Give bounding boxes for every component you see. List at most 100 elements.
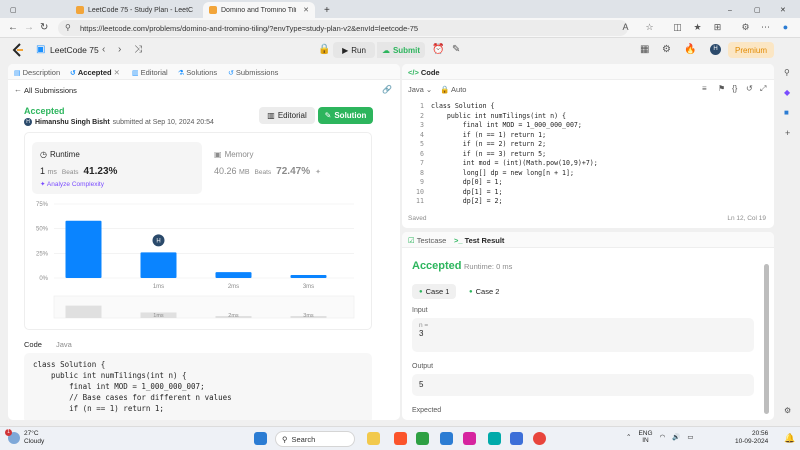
language-select[interactable]: Java ⌄ [408, 85, 432, 94]
favorite-star-icon[interactable]: ☆ [644, 22, 655, 33]
back-arrow-icon[interactable]: ← [8, 22, 18, 33]
result-scrollbar[interactable] [764, 264, 769, 414]
settings-gear-icon[interactable]: ⚙ [662, 44, 671, 55]
wifi-icon[interactable]: ◠ [660, 433, 666, 441]
chrome-icon[interactable] [533, 432, 546, 445]
copilot-icon[interactable]: ● [780, 22, 791, 33]
timer-icon[interactable]: ⏰ [432, 44, 444, 55]
date: 10-09-2024 [735, 438, 769, 445]
case-2-tab[interactable]: ● Case 2 [462, 284, 506, 299]
chevron-up-icon[interactable]: ⌃ [626, 433, 631, 441]
terminal-icon: >_ [454, 236, 463, 245]
case-1-tab[interactable]: ● Case 1 [412, 284, 457, 299]
brave-browser-icon[interactable] [394, 432, 407, 445]
tab-code[interactable]: </> Code [408, 68, 440, 77]
notifications-bell-icon[interactable]: 🔔 [784, 433, 795, 444]
memory-beats: 72.47% [276, 166, 311, 177]
browser-tab-domino[interactable]: Domino and Tromino Tiling - Leet ✕ [203, 2, 315, 18]
result-status: Accepted [412, 260, 462, 272]
streak-fire-icon[interactable]: 🔥 [684, 44, 696, 55]
reload-icon[interactable]: ↻ [40, 22, 48, 33]
bookmark-icon[interactable]: ⚑ [718, 84, 725, 93]
file-explorer-icon[interactable] [367, 432, 380, 445]
output-box[interactable]: 5 [412, 374, 754, 396]
submitted-code[interactable]: class Solution { public int numTilings(i… [24, 353, 372, 420]
language-indicator[interactable]: ENG IN [638, 430, 652, 444]
add-sidebar-icon[interactable]: + [785, 128, 790, 138]
run-button[interactable]: ▶ Run [333, 42, 375, 58]
url-input[interactable]: ⚲ https://leetcode.com/problems/domino-a… [58, 20, 628, 36]
prev-problem-icon[interactable]: ‹ [102, 44, 105, 55]
analyze-complexity-link[interactable]: ✦ Analyze Complexity [40, 180, 104, 188]
battery-icon[interactable]: ▭ [687, 433, 693, 441]
minimize-icon[interactable]: – [722, 2, 734, 18]
tab-editorial[interactable]: ▥ Editorial [132, 68, 168, 77]
site-info-icon[interactable]: ⚲ [65, 23, 71, 32]
editorial-button[interactable]: ▥ Editorial [259, 107, 315, 124]
taskbar-search[interactable]: ⚲ Search [275, 431, 355, 447]
volume-icon[interactable]: 🔊 [672, 433, 680, 441]
favorites-icon[interactable]: ★ [692, 22, 703, 33]
layout-icon[interactable]: ▦ [640, 44, 649, 55]
sidebar-app-icon[interactable]: ◆ [784, 88, 790, 97]
forward-arrow-icon[interactable]: → [24, 22, 34, 33]
maximize-icon[interactable]: ▢ [748, 2, 760, 18]
instagram-icon[interactable] [463, 432, 476, 445]
debug-icon[interactable]: 🔒 [318, 44, 330, 55]
all-submissions-link[interactable]: All Submissions [24, 86, 77, 95]
avatar[interactable]: H [710, 44, 721, 55]
notes-icon[interactable]: ✎ [452, 44, 460, 55]
runtime-distribution-chart[interactable]: 75% 50% 25% 0% 1ms 2ms 3ms H 1ms 2ms 3ms [24, 200, 372, 330]
tab-description[interactable]: ▤ Description [14, 68, 60, 77]
solution-button[interactable]: ✎ Solution [318, 107, 373, 124]
runtime-card[interactable]: ◷ Runtime 1 ms Beats 41.23% ✦ Analyze Com… [32, 142, 202, 194]
code-editor[interactable]: 1 class Solution {2 public int numTilings… [402, 102, 774, 212]
premium-button[interactable]: Premium [728, 42, 774, 58]
taskbar-clock[interactable]: 20:56 10-09-2024 [735, 430, 768, 446]
edge-browser-icon[interactable] [488, 432, 501, 445]
leetcode-logo-icon[interactable] [12, 43, 24, 57]
clock-icon: ◷ [40, 150, 47, 159]
share-link-icon[interactable]: 🔗 [382, 85, 392, 94]
tab-solutions[interactable]: ⚗ Solutions [178, 68, 217, 77]
more-menu-icon[interactable]: ⋯ [760, 22, 771, 33]
memory-card[interactable]: ▣ Memory 40.26 MB Beats 72.47% ✦ [206, 142, 326, 194]
sidebar-settings-icon[interactable]: ⚙ [784, 406, 791, 415]
new-tab-button[interactable]: + [318, 2, 332, 18]
collections-icon[interactable]: ⊞ [712, 22, 723, 33]
tab-actions-icon[interactable]: ▢ [4, 2, 16, 18]
browser-tab-study-plan[interactable]: LeetCode 75 - Study Plan - LeetC ✕ [70, 2, 200, 18]
close-window-icon[interactable]: ✕ [774, 2, 788, 18]
fullscreen-icon[interactable]: ⤢ [760, 84, 766, 94]
close-icon[interactable]: ✕ [199, 6, 200, 14]
weather-widget[interactable]: 1 27°C Cloudy [5, 429, 44, 446]
back-arrow-icon[interactable]: ← [14, 85, 22, 94]
shuffle-icon[interactable]: ⤨ [134, 44, 142, 55]
split-screen-icon[interactable]: ◫ [672, 22, 683, 33]
read-aloud-icon[interactable]: A [620, 22, 631, 33]
reset-icon[interactable]: ↺ [746, 84, 753, 93]
tab-accepted[interactable]: ↺ Accepted ✕ [70, 68, 120, 77]
input-box[interactable]: n = 3 [412, 318, 754, 352]
tab-testcase[interactable]: ☑ Testcase [408, 236, 446, 245]
next-problem-icon[interactable]: › [118, 44, 121, 55]
autocomplete-toggle[interactable]: 🔒 Auto [440, 85, 466, 94]
windows-start-icon[interactable] [254, 432, 267, 445]
study-plan-title[interactable]: LeetCode 75 [50, 45, 99, 55]
tab-submissions[interactable]: ↺ Submissions [228, 68, 278, 77]
app-icon[interactable] [510, 432, 523, 445]
braces-icon[interactable]: {} [732, 84, 737, 93]
user-marker-label: H [156, 239, 160, 245]
outlook-icon[interactable]: ■ [784, 108, 789, 117]
author-avatar[interactable]: H [24, 118, 32, 126]
tab-test-result[interactable]: >_ Test Result [454, 236, 504, 245]
extensions-icon[interactable]: ⚙ [740, 22, 751, 33]
search-icon[interactable]: ⚲ [784, 68, 790, 77]
submit-button[interactable]: ☁ Submit [377, 42, 425, 58]
format-icon[interactable]: ≡ [702, 84, 707, 93]
mail-icon[interactable] [440, 432, 453, 445]
close-icon[interactable]: ✕ [303, 6, 309, 14]
terminal-app-icon[interactable] [416, 432, 429, 445]
author-name[interactable]: Himanshu Singh Bisht [35, 119, 110, 126]
close-icon[interactable]: ✕ [114, 68, 120, 77]
